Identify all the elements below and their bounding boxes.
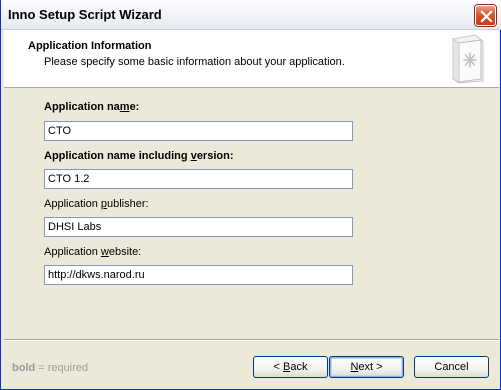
app-name-input[interactable] [44,121,353,141]
next-button[interactable]: Next > [329,356,404,378]
wizard-page-icon [452,34,484,84]
app-name-version-label: Application name including version: [44,150,234,162]
app-website-label: Application website: [44,246,142,258]
close-button[interactable] [475,5,496,26]
page-header: Application Information Please specify s… [4,30,499,88]
page-title: Application Information [28,40,152,52]
title-bar[interactable]: Inno Setup Script Wizard [1,0,501,30]
app-publisher-input[interactable] [44,217,353,237]
window-title: Inno Setup Script Wizard [8,7,162,22]
close-icon [480,10,493,23]
app-name-label: Application name: [44,101,140,113]
wizard-window: Inno Setup Script Wizard Application Inf… [0,0,501,390]
back-button[interactable]: < Back [253,356,328,378]
app-website-input[interactable] [44,265,353,285]
app-name-version-input[interactable] [44,169,353,189]
page-subtitle: Please specify some basic information ab… [44,56,345,68]
footer-divider-highlight [4,340,499,341]
required-legend: bold = required [12,362,89,374]
app-publisher-label: Application publisher: [44,198,149,210]
cancel-button[interactable]: Cancel [414,356,489,378]
